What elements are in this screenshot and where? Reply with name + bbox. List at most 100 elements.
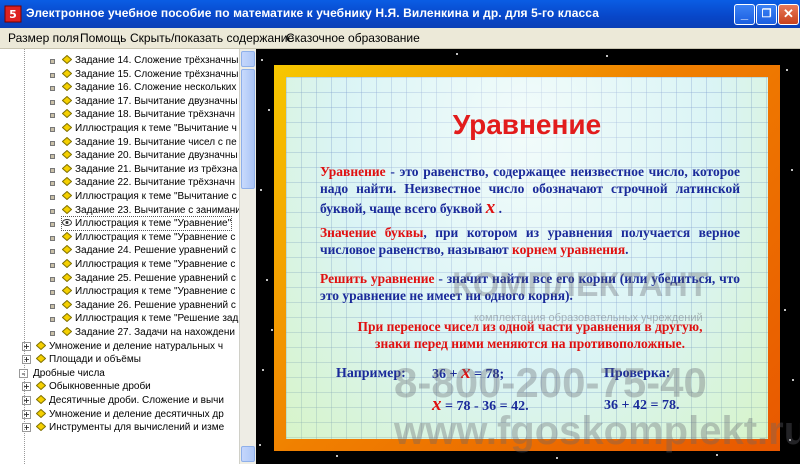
tree-item-label: Задание 25. Решение уравнений с xyxy=(75,272,236,284)
diamond-icon xyxy=(62,177,72,187)
tree-line-marker xyxy=(50,303,55,309)
tree-item-task[interactable]: Задание 21. Вычитание из трёхзна xyxy=(62,163,237,176)
tree-line-marker xyxy=(50,276,55,282)
tree-item-task[interactable]: Задание 14. Сложение трёхзначны xyxy=(62,54,238,67)
tree-item-label: Иллюстрация к теме "Вычитание ч xyxy=(75,123,237,134)
diamond-icon xyxy=(62,150,72,160)
tree-item-illustration[interactable]: Иллюстрация к теме "Вычитание с xyxy=(62,190,237,203)
tree-item-section[interactable]: Площади и объёмы xyxy=(36,353,141,366)
watermark-phone: 8-800-200-75-40 xyxy=(394,359,707,406)
tree-item-section[interactable]: Инструменты для вычислений и изме xyxy=(36,421,224,434)
diamond-icon xyxy=(62,191,72,200)
tree-item-task[interactable]: Задание 26. Решение уравнений с xyxy=(62,299,236,312)
tree-line-marker xyxy=(50,86,55,92)
tree-item-label: Умножение и деление десятичных др xyxy=(49,408,224,420)
star-dot xyxy=(271,329,273,331)
tree-guide-line xyxy=(24,49,25,464)
tree-item-label: Задание 19. Вычитание чисел с пе xyxy=(75,136,237,148)
tree-item-label: Иллюстрация к теме "Вычитание с xyxy=(75,191,237,202)
star-dot xyxy=(259,444,261,446)
tree-item-task[interactable]: Задание 17. Вычитание двузначны xyxy=(62,95,238,108)
scroll-up-button[interactable] xyxy=(241,51,255,67)
tree-item-label: Задание 18. Вычитание трёхзначн xyxy=(75,109,236,121)
tree-line-marker xyxy=(50,208,55,214)
tree-item-section[interactable]: Дробные числа xyxy=(33,367,105,380)
app-icon: 5 xyxy=(4,5,22,23)
scroll-thumb[interactable] xyxy=(241,69,255,189)
menu-fairy-education[interactable]: Сказочное образование xyxy=(286,31,420,45)
menu-toggle-contents[interactable]: Скрыть/показать содержание xyxy=(130,31,294,45)
tree-line-marker xyxy=(50,222,55,228)
watermark-sub: комплектация образовательных учреждений xyxy=(474,312,703,324)
diamond-icon xyxy=(62,55,72,64)
tree-item-section[interactable]: Обыкновенные дроби xyxy=(36,380,151,393)
tree-item-task[interactable]: Задание 15. Сложение трёхзначны xyxy=(62,68,238,81)
tree-item-task[interactable]: Задание 20. Вычитание двузначны xyxy=(62,149,238,162)
star-dot xyxy=(262,369,264,371)
tree-item-section[interactable]: Умножение и деление десятичных др xyxy=(36,408,224,421)
tree-item-task[interactable]: Задание 19. Вычитание чисел с пе xyxy=(62,136,237,149)
tree-item-label: Обыкновенные дроби xyxy=(49,381,151,393)
slide-viewer: Уравнение Уравнение - это равенство, сод… xyxy=(256,49,800,464)
tree-item-illustration[interactable]: Иллюстрация к теме "Уравнение с xyxy=(62,231,235,244)
diamond-icon xyxy=(36,408,46,418)
menu-bar: Размер поля Помощь Скрыть/показать содер… xyxy=(0,28,800,49)
tree-item-label: Иллюстрация к теме "Уравнение" xyxy=(75,218,232,230)
diamond-icon xyxy=(36,340,46,350)
term-root: корнем уравнения xyxy=(512,242,626,257)
tree-scrollbar[interactable] xyxy=(239,49,256,464)
tree-item-task[interactable]: Задание 24. Решение уравнений с xyxy=(62,244,236,257)
tree-item-illustration[interactable]: Иллюстрация к теме "Уравнение с xyxy=(62,258,235,271)
menu-help[interactable]: Помощь xyxy=(80,31,126,45)
definition-equation: Уравнение - это равенство, содержащее не… xyxy=(320,164,740,218)
diamond-icon xyxy=(62,82,72,92)
tree-item-label: Дробные числа xyxy=(33,367,105,379)
tree-item-task[interactable]: Задание 25. Решение уравнений с xyxy=(62,272,236,285)
watermark-brand: КОМПЛЕКТАНТ xyxy=(452,266,709,304)
tree-item-label: Иллюстрация к теме "Уравнение с xyxy=(75,286,236,298)
tree-item-illustration[interactable]: Иллюстрация к теме "Уравнение" xyxy=(60,216,233,232)
diamond-icon xyxy=(62,231,72,241)
diamond-icon xyxy=(36,422,46,432)
tree-item-task[interactable]: Задание 18. Вычитание трёхзначн xyxy=(62,108,235,121)
tree-item-label: Умножение и деление натуральных ч xyxy=(49,340,224,352)
close-button[interactable]: ✕ xyxy=(778,4,799,25)
tree-line-marker xyxy=(50,154,55,160)
tree-item-illustration[interactable]: Иллюстрация к теме "Вычитание ч xyxy=(62,122,237,135)
contents-tree[interactable]: Задание 14. Сложение трёхзначны Задание 1… xyxy=(0,49,256,464)
scroll-down-button[interactable] xyxy=(241,446,255,462)
tree-item-label: Задание 26. Решение уравнений с xyxy=(75,299,236,311)
tree-item-label: Задание 17. Вычитание двузначны xyxy=(75,95,238,107)
star-dot xyxy=(786,69,788,71)
tree-item-label: Иллюстрация к теме "Уравнение с xyxy=(75,259,236,270)
star-dot xyxy=(606,55,608,57)
diamond-icon xyxy=(62,109,72,119)
tree-line-marker xyxy=(50,181,55,187)
tree-item-illustration[interactable]: Иллюстрация к теме "Уравнение с xyxy=(62,285,235,298)
tree-item-task[interactable]: Задание 16. Сложение нескольких xyxy=(62,81,236,94)
tree-item-section[interactable]: Десятичные дроби. Сложение и вычи xyxy=(36,394,224,407)
tree-line-marker xyxy=(50,72,55,78)
tree-item-illustration[interactable]: Иллюстрация к теме "Решение зад xyxy=(62,312,238,325)
diamond-icon xyxy=(36,395,46,404)
tree-item-task[interactable]: Задание 22. Вычитание трёхзначн xyxy=(62,176,235,189)
tree-line-marker xyxy=(50,113,55,119)
watermark-site: www.fgoskomplekt.ru xyxy=(394,409,800,453)
diamond-icon xyxy=(62,245,72,255)
tree-item-section[interactable]: Умножение и деление натуральных ч xyxy=(36,340,223,353)
tree-item-task[interactable]: Задание 23. Вычитание с занимани xyxy=(62,204,241,217)
tree-line-marker xyxy=(50,331,55,336)
tree-line-marker xyxy=(50,59,55,64)
tree-item-label: Задание 27. Задачи на нахождени xyxy=(75,327,235,338)
maximize-button[interactable]: ❐ xyxy=(756,4,777,25)
minimize-button[interactable]: _ xyxy=(734,4,755,25)
tree-item-label: Задание 15. Сложение трёхзначны xyxy=(75,68,239,80)
tree-line-marker xyxy=(50,249,55,255)
diamond-icon xyxy=(62,123,72,132)
diamond-icon xyxy=(62,272,72,282)
menu-field-size[interactable]: Размер поля xyxy=(8,31,79,45)
diamond-icon xyxy=(62,313,72,323)
star-dot xyxy=(716,454,718,456)
tree-item-task[interactable]: Задание 27. Задачи на нахождени xyxy=(62,326,235,339)
tree-line-marker xyxy=(50,317,55,323)
